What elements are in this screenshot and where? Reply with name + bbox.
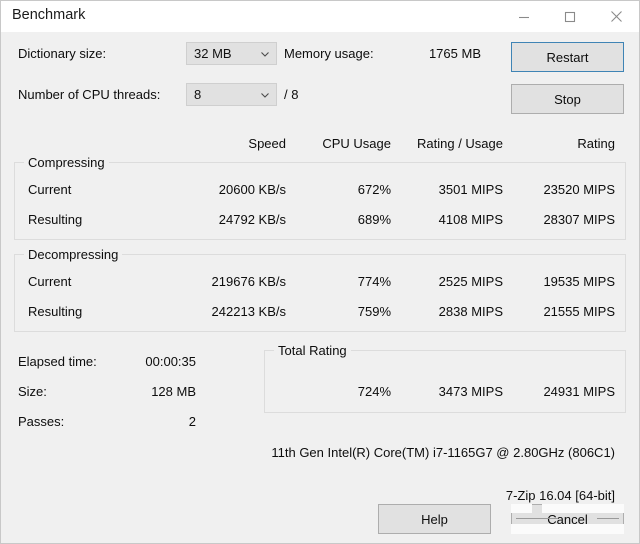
maximize-icon [564,11,576,22]
stop-button[interactable]: Stop [511,84,624,114]
column-header-rating-usage: Rating / Usage [417,136,503,151]
minimize-icon [519,16,529,18]
decompressing-resulting-rating-usage: 2838 MIPS [438,304,503,319]
benchmark-window: Benchmark Dictionary size: 32 MB Memory … [0,0,640,544]
passes-label: Passes: [18,414,65,429]
minimize-button[interactable] [501,1,547,32]
cpu-threads-label: Number of CPU threads: [18,87,161,102]
column-header-rating: Rating [577,136,615,151]
decompressing-row-label: Current [28,274,72,289]
cpu-threads-total: / 8 [284,87,299,102]
total-rating-rating: 24931 MIPS [543,384,615,399]
decompressing-resulting-speed: 242213 KB/s [211,304,286,319]
cpu-info-text: 11th Gen Intel(R) Core(TM) i7-1165G7 @ 2… [271,445,615,460]
compressing-row-label: Current [28,182,72,197]
decompressing-current-rating: 19535 MIPS [543,274,615,289]
compressing-current-rating-usage: 3501 MIPS [438,182,503,197]
chevron-down-icon [258,88,272,102]
client-area: Dictionary size: 32 MB Memory usage: 176… [1,32,639,543]
decompressing-current-rating-usage: 2525 MIPS [438,274,503,289]
dictionary-size-value: 32 MB [194,46,232,61]
size-value: 128 MB [151,384,196,399]
memory-usage-value: 1765 MB [428,46,481,61]
decompressing-title: Decompressing [24,247,123,262]
compressing-group: Compressing [14,155,626,240]
compressing-resulting-rating: 28307 MIPS [543,212,615,227]
compressing-resulting-rating-usage: 4108 MIPS [438,212,503,227]
close-icon [610,11,622,22]
maximize-button[interactable] [547,1,593,32]
compressing-resulting-speed: 24792 KB/s [218,212,286,227]
column-header-speed: Speed [248,136,286,151]
cpu-threads-dropdown[interactable]: 8 [186,83,277,106]
chevron-down-icon [258,47,272,61]
dictionary-size-label: Dictionary size: [18,46,107,61]
compressing-row-label: Resulting [28,212,83,227]
compressing-title: Compressing [24,155,109,170]
dictionary-size-dropdown[interactable]: 32 MB [186,42,277,65]
cancel-button[interactable]: Cancel [511,504,624,534]
compressing-current-speed: 20600 KB/s [218,182,286,197]
window-title: Benchmark [12,7,86,23]
restart-button[interactable]: Restart [511,42,624,72]
help-button[interactable]: Help [378,504,491,534]
total-rating-group: Total Rating [264,343,626,413]
passes-value: 2 [188,414,196,429]
title-bar: Benchmark [1,1,639,32]
size-label: Size: [18,384,47,399]
elapsed-time-value: 00:00:35 [145,354,196,369]
total-rating-rating-usage: 3473 MIPS [438,384,503,399]
total-rating-title: Total Rating [274,343,351,358]
decompressing-resulting-rating: 21555 MIPS [543,304,615,319]
window-controls [501,1,639,32]
compressing-current-rating: 23520 MIPS [543,182,615,197]
cpu-threads-value: 8 [194,87,202,102]
decompressing-current-speed: 219676 KB/s [211,274,286,289]
decompressing-row-label: Resulting [28,304,83,319]
decompressing-group: Decompressing [14,247,626,332]
version-text: 7-Zip 16.04 [64-bit] [505,488,615,503]
close-button[interactable] [593,1,639,32]
